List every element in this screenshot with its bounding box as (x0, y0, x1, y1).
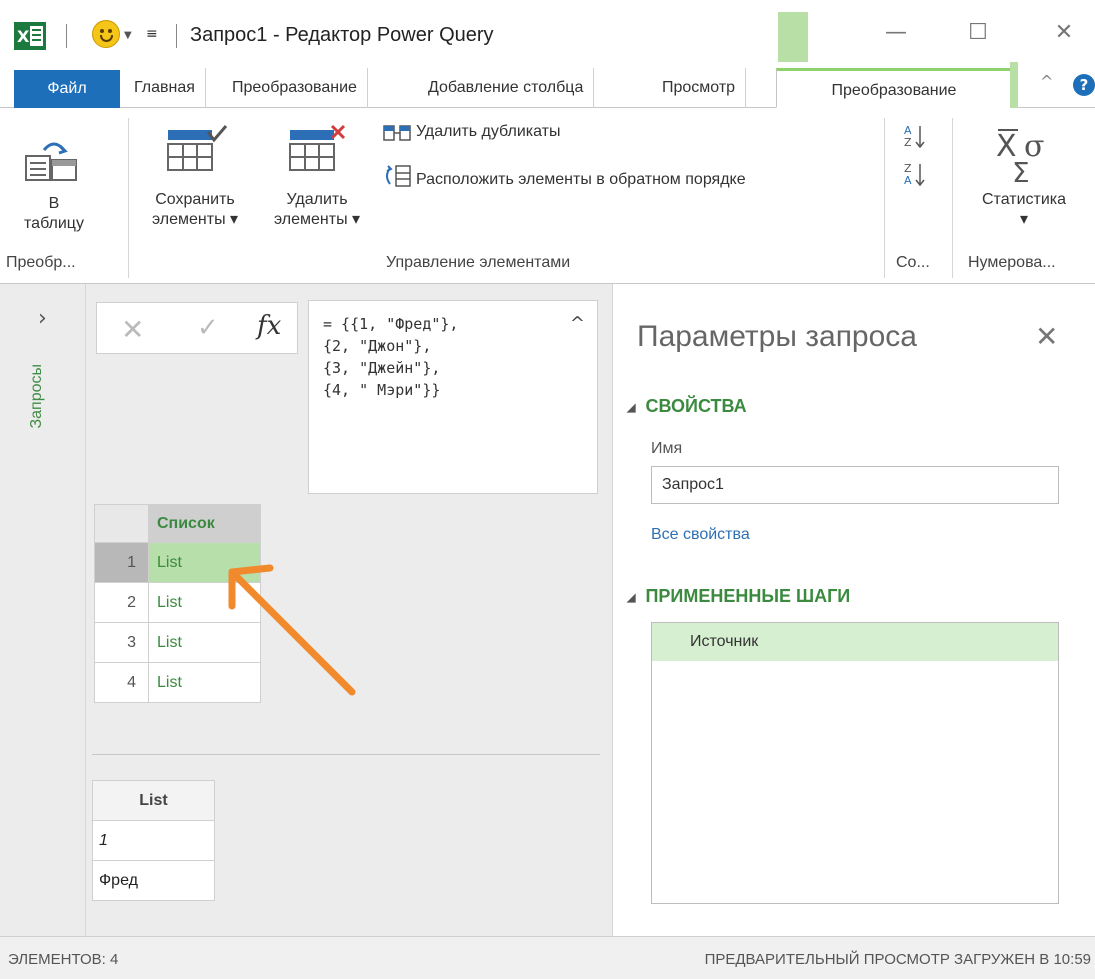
list-cell[interactable]: List (148, 622, 261, 663)
quick-access-customize-icon[interactable]: ≡ (146, 26, 158, 42)
ribbon: В таблицу Сохранить элементы ▾ Удалить э… (0, 108, 1095, 284)
remove-duplicates-button[interactable]: Удалить дубликаты (416, 122, 561, 142)
window-title: Запрос1 - Редактор Power Query (190, 24, 494, 46)
title-bar: X ▼ ≡ Запрос1 - Редактор Power Query — ☐… (0, 0, 1095, 62)
group-label-manage: Управление элементами (386, 254, 571, 271)
all-properties-link[interactable]: Все свойства (651, 526, 750, 544)
formula-editor[interactable]: = {{1, "Фред"}, {2, "Джон"}, {3, "Джейн"… (308, 300, 598, 494)
preview-header: List (92, 780, 215, 821)
row-number: 3 (94, 622, 149, 663)
minimize-button[interactable]: — (876, 20, 916, 50)
list-item: Фред (92, 860, 215, 901)
collapse-triangle-icon: ◢ (627, 591, 636, 604)
context-tab-indicator (1010, 62, 1018, 108)
reverse-items-button[interactable]: Расположить элементы в обратном порядке (416, 170, 746, 190)
table-row[interactable]: 1 List (94, 542, 261, 583)
svg-text:A: A (904, 174, 912, 187)
statistics-button[interactable]: Статистика ▾ (966, 190, 1082, 230)
context-tab-indicator (778, 12, 808, 62)
grid-header-row: Список (94, 504, 261, 543)
applied-step-source[interactable]: Источник (652, 623, 1058, 661)
keep-rows-icon (167, 125, 228, 171)
applied-steps-list: Источник (651, 622, 1059, 904)
group-separator (952, 118, 953, 278)
tab-view[interactable]: Просмотр (652, 68, 747, 108)
smiley-dropdown-icon[interactable]: ▼ (124, 30, 132, 41)
row-number: 4 (94, 662, 149, 703)
query-settings-title: Параметры запроса (637, 320, 917, 353)
formula-bar-buttons: ✕ ✓ fx (96, 302, 298, 354)
svg-text:Z: Z (904, 136, 912, 149)
formula-text: = {{1, "Фред"}, {2, "Джон"}, {3, "Джейн"… (323, 315, 459, 399)
sort-ascending-icon[interactable]: A Z Z A (904, 122, 930, 194)
list-cell[interactable]: List (148, 662, 261, 703)
check-icon[interactable]: ✓ (197, 313, 219, 343)
table-row[interactable]: 2 List (94, 582, 261, 623)
applied-steps-section[interactable]: ◢ ПРИМЕНЕННЫЕ ШАГИ (627, 586, 850, 607)
remove-duplicates-icon (383, 125, 411, 141)
group-separator (128, 118, 129, 278)
group-label-sort: Со... (896, 254, 930, 271)
query-name-input[interactable]: Запрос1 (651, 466, 1059, 504)
svg-text:X: X (17, 27, 30, 46)
preview-header-row: List (92, 780, 215, 821)
applied-steps-header: ПРИМЕНЕННЫЕ ШАГИ (645, 586, 851, 606)
cancel-icon[interactable]: ✕ (121, 313, 144, 346)
column-header[interactable]: Список (148, 504, 261, 543)
table-row[interactable]: 4 List (94, 662, 261, 703)
name-label: Имя (651, 440, 683, 457)
queries-label[interactable]: Запросы (28, 364, 46, 429)
preview-value: Фред (92, 860, 215, 901)
table-row[interactable]: 3 List (94, 622, 261, 663)
to-table-button[interactable]: В таблицу (12, 194, 96, 234)
ribbon-tabs: Файл Главная Преобразование Добавление с… (0, 62, 1095, 108)
main-area: ✕ ✓ fx = {{1, "Фред"}, {2, "Джон"}, {3, … (86, 284, 612, 936)
remove-rows-icon (289, 124, 346, 171)
title-separator (66, 24, 67, 48)
collapse-ribbon-icon[interactable]: ^ (1040, 72, 1053, 91)
keep-rows-button[interactable]: Сохранить элементы ▾ (140, 190, 250, 230)
list-item: 1 (92, 820, 215, 861)
collapse-formula-icon[interactable]: ^ (570, 313, 585, 335)
collapse-triangle-icon: ◢ (627, 401, 636, 414)
tab-home[interactable]: Главная (124, 68, 206, 108)
reverse-items-icon (386, 165, 411, 187)
group-label-convert: Преобр... (6, 254, 76, 271)
maximize-button[interactable]: ☐ (958, 20, 998, 50)
tab-transform[interactable]: Преобразование (222, 68, 368, 108)
excel-logo-icon: X (14, 22, 46, 50)
svg-text:Σ: Σ (1012, 156, 1030, 182)
tab-add-column[interactable]: Добавление столбца (418, 68, 595, 108)
list-grid: Список 1 List 2 List 3 List 4 List (94, 504, 261, 703)
smiley-feedback-icon[interactable] (92, 20, 120, 48)
row-count-status: ЭЛЕМЕНТОВ: 4 (8, 951, 119, 968)
group-separator (884, 118, 885, 278)
help-icon[interactable]: ? (1073, 74, 1095, 96)
to-table-icon (25, 142, 77, 181)
properties-section[interactable]: ◢ СВОЙСТВА (627, 396, 747, 417)
preview-divider[interactable] (92, 754, 600, 755)
status-bar: ЭЛЕМЕНТОВ: 4 ПРЕДВАРИТЕЛЬНЫЙ ПРОСМОТР ЗА… (0, 936, 1095, 979)
row-number: 1 (94, 542, 149, 583)
statistics-icon: X σ Σ (996, 129, 1044, 182)
list-cell[interactable]: List (148, 542, 261, 583)
title-separator (176, 24, 177, 48)
preview-value: 1 (92, 820, 215, 861)
row-number: 2 (94, 582, 149, 623)
close-button[interactable]: ✕ (1044, 20, 1084, 50)
grid-corner[interactable] (94, 504, 149, 543)
group-label-numeric: Нумерова... (968, 254, 1056, 271)
close-pane-icon[interactable]: ✕ (1035, 320, 1058, 353)
expand-queries-icon[interactable]: › (38, 306, 47, 331)
query-settings-pane: Параметры запроса ✕ ◢ СВОЙСТВА Имя Запрос… (612, 284, 1095, 936)
function-icon[interactable]: fx (257, 311, 281, 341)
tab-list-transform[interactable]: Преобразование (776, 68, 1012, 108)
preview-status: ПРЕДВАРИТЕЛЬНЫЙ ПРОСМОТР ЗАГРУЖЕН В 10:5… (704, 951, 1091, 968)
properties-header: СВОЙСТВА (645, 396, 747, 416)
preview-grid: List 1 Фред (92, 780, 215, 901)
list-cell[interactable]: List (148, 582, 261, 623)
queries-pane: › Запросы (0, 284, 86, 936)
remove-rows-button[interactable]: Удалить элементы ▾ (262, 190, 372, 230)
tab-file[interactable]: Файл (14, 70, 120, 108)
